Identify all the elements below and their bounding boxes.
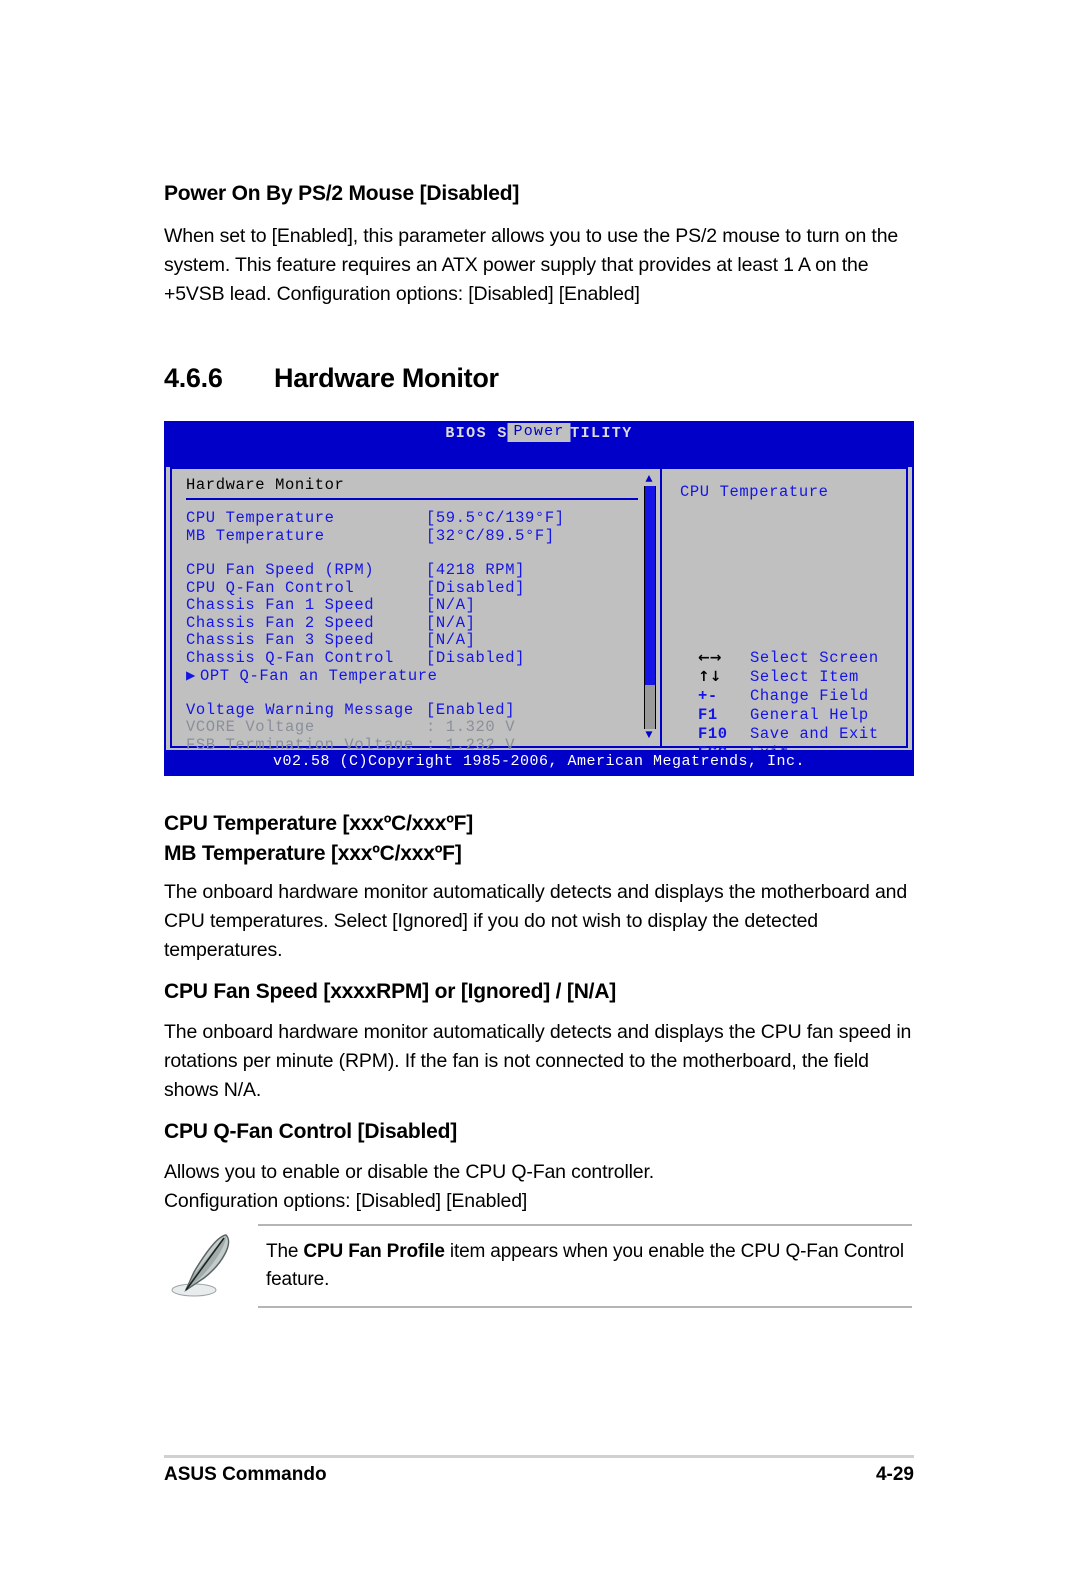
keyboard-legend-row: +- Change Field — [698, 687, 879, 706]
hardware-monitor-row[interactable]: ▶ OPT Q-Fan an Temperature — [186, 666, 660, 685]
page-number: 4-29 — [875, 1464, 914, 1485]
row-spacer — [186, 544, 660, 561]
paragraph-cpu-fan-speed: The onboard hardware monitor automatical… — [164, 1018, 914, 1105]
row-label: CPU Temperature — [186, 509, 335, 527]
bios-help-panel: CPU Temperature ←→ Select Screen ↑↓ Select … — [662, 469, 906, 762]
row-label: CPU Q-Fan Control — [186, 578, 355, 597]
hardware-monitor-row[interactable]: VCORE Voltage : 1.320 V — [186, 718, 660, 736]
legend-description: General Help — [750, 706, 869, 724]
hardware-monitor-label: Hardware Monitor — [186, 476, 345, 494]
divider — [186, 498, 638, 500]
paragraph-cpu-qfan-control: Allows you to enable or disable the CPU … — [164, 1158, 914, 1216]
keyboard-legend-row: F10 Save and Exit — [698, 725, 879, 744]
paragraph-temperature: The onboard hardware monitor automatical… — [164, 878, 914, 965]
pencil-icon — [164, 1230, 244, 1300]
legend-key: F10 — [698, 725, 728, 743]
row-value: [59.5°C/139°F] — [426, 509, 565, 527]
footer-divider — [164, 1455, 914, 1458]
note-text-bold: CPU Fan Profile — [303, 1241, 445, 1262]
row-value: [Disabled] — [426, 648, 526, 667]
paragraph-line-2: Configuration options: [Disabled] [Enabl… — [164, 1190, 528, 1212]
legend-description: Change Field — [750, 687, 869, 705]
scroll-up-icon[interactable]: ▲ — [642, 473, 656, 486]
legend-description: Select Item — [750, 668, 859, 686]
row-value: [N/A] — [426, 613, 476, 632]
heading-mb-temperature: MB Temperature [xxxºC/xxxºF] — [164, 842, 462, 865]
row-value: [32°C/89.5°F] — [426, 526, 555, 545]
section-number: 4.6.6 — [164, 363, 223, 393]
legend-key: ←→ — [698, 650, 722, 666]
row-value: [N/A] — [426, 596, 476, 614]
row-value: [4218 RPM] — [426, 561, 526, 579]
row-value: [N/A] — [426, 631, 476, 649]
bios-copyright: v02.58 (C)Copyright 1985-2006, American … — [166, 750, 912, 774]
row-label: VCORE Voltage — [186, 718, 315, 736]
scrollbar[interactable]: ▲ ▼ — [642, 473, 656, 742]
note-bottom-rule — [258, 1306, 912, 1308]
legend-description: Save and Exit — [750, 725, 879, 743]
paragraph-line-1: Allows you to enable or disable the CPU … — [164, 1161, 655, 1183]
heading-cpu-qfan-control: CPU Q-Fan Control [Disabled] — [164, 1120, 458, 1143]
paragraph-text: The onboard hardware monitor automatical… — [164, 881, 908, 961]
note-text-before: The — [266, 1241, 304, 1262]
hardware-monitor-row[interactable]: Chassis Fan 2 Speed [N/A] — [186, 614, 660, 632]
row-label: MB Temperature — [186, 526, 325, 545]
paragraph-power-on-by-ps2-mouse: When set to [Enabled], this parameter al… — [164, 222, 914, 309]
row-label: Chassis Q-Fan Control — [186, 648, 394, 667]
row-label: Voltage Warning Message — [186, 700, 414, 719]
legend-key: F1 — [698, 706, 718, 724]
row-label: CPU Fan Speed (RPM) — [186, 561, 375, 579]
bios-setup-screenshot: BIOS SETUP UTILITY Power Hardware Monito… — [164, 421, 914, 776]
document-page: Power On By PS/2 Mouse [Disabled] When s… — [0, 0, 1080, 1590]
row-label: Chassis Fan 3 Speed — [186, 631, 375, 649]
footer-product-name: ASUS Commando — [164, 1464, 327, 1485]
hardware-monitor-row[interactable]: CPU Fan Speed (RPM) [4218 RPM] — [186, 561, 660, 579]
row-spacer — [186, 684, 660, 701]
keyboard-legend: ←→ Select Screen ↑↓ Select Item +- Change Fie… — [698, 649, 879, 763]
submenu-arrow-icon: ▶ — [186, 667, 196, 685]
heading-cpu-temperature: CPU Temperature [xxxºC/xxxºF] — [164, 812, 474, 835]
hardware-monitor-row[interactable]: CPU Temperature [59.5°C/139°F] — [186, 509, 660, 527]
help-title: CPU Temperature — [680, 483, 829, 501]
paragraph-text: When set to [Enabled], this parameter al… — [164, 225, 899, 305]
note-text: The CPU Fan Profile item appears when yo… — [258, 1226, 912, 1306]
hardware-monitor-row[interactable]: Chassis Q-Fan Control [Disabled] — [186, 649, 660, 667]
row-value: [Disabled] — [426, 578, 526, 597]
heading-power-on-by-ps2-mouse: Power On By PS/2 Mouse [Disabled] — [164, 182, 520, 205]
bios-settings-panel: Hardware Monitor CPU Temperature [59.5°C/… — [172, 469, 662, 774]
tab-power[interactable]: Power — [507, 423, 571, 442]
hardware-monitor-row[interactable]: Voltage Warning Message [Enabled] — [186, 701, 660, 719]
keyboard-legend-row: ←→ Select Screen — [698, 649, 879, 668]
scrollbar-track[interactable] — [644, 486, 656, 729]
page-title: 4.6.6 Hardware Monitor — [164, 363, 499, 394]
row-label: ▶ OPT Q-Fan an Temperature — [186, 667, 438, 685]
hardware-monitor-row[interactable]: MB Temperature [32°C/89.5°F] — [186, 527, 660, 545]
hardware-monitor-item-list: CPU Temperature [59.5°C/139°F] MB Temperat… — [186, 509, 660, 774]
legend-key: ↑↓ — [698, 669, 722, 685]
legend-key: +- — [698, 687, 718, 705]
hardware-monitor-row[interactable]: Chassis Fan 1 Speed [N/A] — [186, 596, 660, 614]
note-callout: The CPU Fan Profile item appears when yo… — [258, 1224, 912, 1308]
bios-body: Hardware Monitor CPU Temperature [59.5°C/… — [170, 467, 908, 774]
scrollbar-thumb[interactable] — [645, 486, 655, 686]
paragraph-text: The onboard hardware monitor automatical… — [164, 1021, 912, 1101]
scroll-down-icon[interactable]: ▼ — [642, 729, 656, 742]
hardware-monitor-row[interactable]: CPU Q-Fan Control [Disabled] — [186, 579, 660, 597]
heading-cpu-fan-speed: CPU Fan Speed [xxxxRPM] or [Ignored] / [… — [164, 980, 617, 1003]
hardware-monitor-row[interactable]: Chassis Fan 3 Speed [N/A] — [186, 631, 660, 649]
bios-tab-row — [166, 449, 912, 467]
row-value: : 1.320 V — [426, 718, 516, 736]
legend-description: Select Screen — [750, 649, 879, 667]
row-value: [Enabled] — [426, 700, 516, 719]
row-label: Chassis Fan 2 Speed — [186, 613, 375, 632]
keyboard-legend-row: ↑↓ Select Item — [698, 668, 879, 687]
keyboard-legend-row: F1 General Help — [698, 706, 879, 725]
row-label: Chassis Fan 1 Speed — [186, 596, 375, 614]
section-title: Hardware Monitor — [274, 363, 499, 393]
